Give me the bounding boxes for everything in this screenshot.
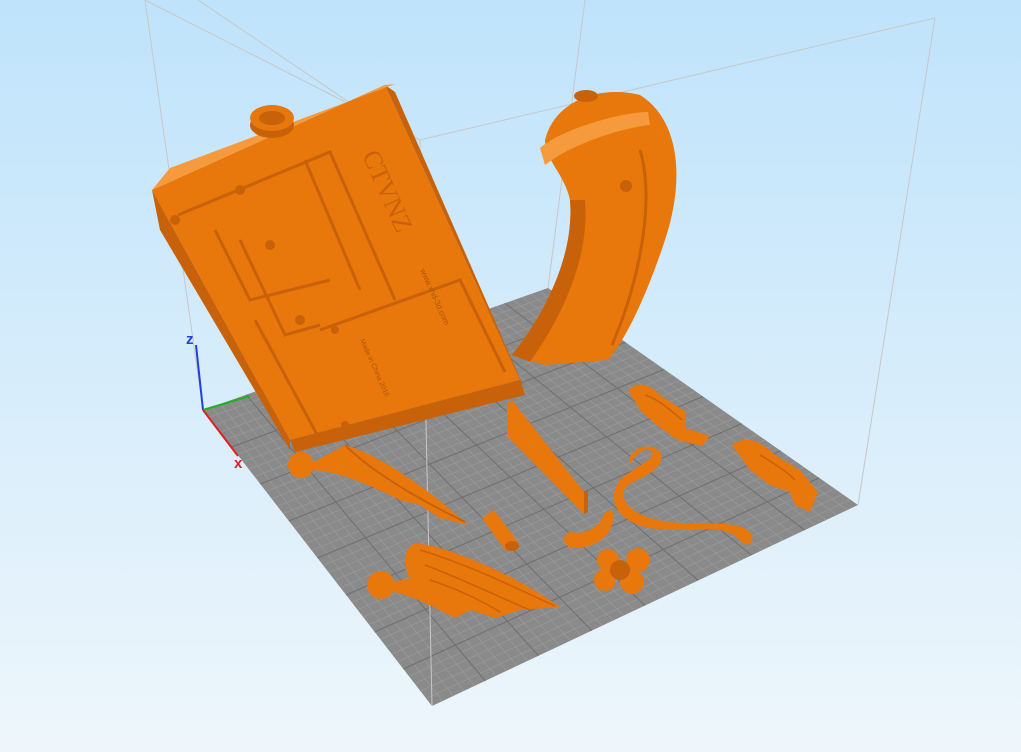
3d-viewport[interactable]: z x CTVNZ www.xhd-3d.com Made in China 2… — [0, 0, 1021, 752]
scene-canvas[interactable]: z x CTVNZ www.xhd-3d.com Made in China 2… — [0, 0, 1021, 752]
z-axis-label: z — [186, 331, 194, 348]
x-axis-label: x — [234, 455, 243, 472]
